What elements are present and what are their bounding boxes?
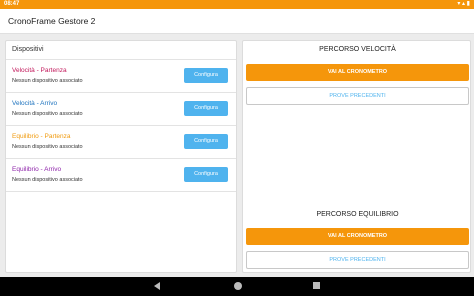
balance-route-title: PERCORSO EQUILIBRIO — [316, 211, 399, 218]
balance-start-button[interactable]: VAI AL CRONOMETRO — [246, 228, 469, 245]
device-name: Velocità - Arrivo — [12, 100, 58, 107]
device-name: Equilibrio - Partenza — [12, 133, 71, 140]
speed-previous-tests-button[interactable]: PROVE PRECEDENTI — [246, 87, 469, 105]
devices-panel: Dispositivi Velocità - Partenza Nessun d… — [5, 40, 237, 273]
back-icon[interactable] — [154, 282, 160, 290]
status-indicators: ▾ ▴ ▮ — [457, 1, 470, 7]
device-status: Nessun dispositivo associato — [12, 177, 83, 183]
device-status: Nessun dispositivo associato — [12, 78, 83, 84]
app-bar: CronoFrame Gestore 2 — [0, 9, 474, 34]
system-nav-bar — [0, 277, 474, 296]
status-time: 08:47 — [4, 1, 20, 7]
routes-panel: PERCORSO VELOCITÀ VAI AL CRONOMETRO PROV… — [242, 40, 471, 273]
home-icon[interactable] — [234, 282, 242, 290]
recent-apps-icon[interactable] — [313, 282, 320, 289]
device-row-velocita-partenza: Velocità - Partenza Nessun dispositivo a… — [6, 60, 236, 93]
device-name: Equilibrio - Arrivo — [12, 166, 62, 173]
configure-button[interactable]: Configura — [184, 134, 228, 149]
device-name: Velocità - Partenza — [12, 67, 67, 74]
app-title: CronoFrame Gestore 2 — [8, 16, 96, 26]
configure-button[interactable]: Configura — [184, 68, 228, 83]
devices-header: Dispositivi — [6, 41, 236, 60]
device-status: Nessun dispositivo associato — [12, 144, 83, 150]
configure-button[interactable]: Configura — [184, 101, 228, 116]
status-bar: 08:47 ▾ ▴ ▮ — [0, 0, 474, 9]
speed-route-title: PERCORSO VELOCITÀ — [319, 46, 396, 53]
device-row-velocita-arrivo: Velocità - Arrivo Nessun dispositivo ass… — [6, 93, 236, 126]
speed-start-button[interactable]: VAI AL CRONOMETRO — [246, 64, 469, 81]
configure-button[interactable]: Configura — [184, 167, 228, 182]
device-status: Nessun dispositivo associato — [12, 111, 83, 117]
device-row-equilibrio-partenza: Equilibrio - Partenza Nessun dispositivo… — [6, 126, 236, 159]
device-row-equilibrio-arrivo: Equilibrio - Arrivo Nessun dispositivo a… — [6, 159, 236, 192]
balance-previous-tests-button[interactable]: PROVE PRECEDENTI — [246, 251, 469, 269]
